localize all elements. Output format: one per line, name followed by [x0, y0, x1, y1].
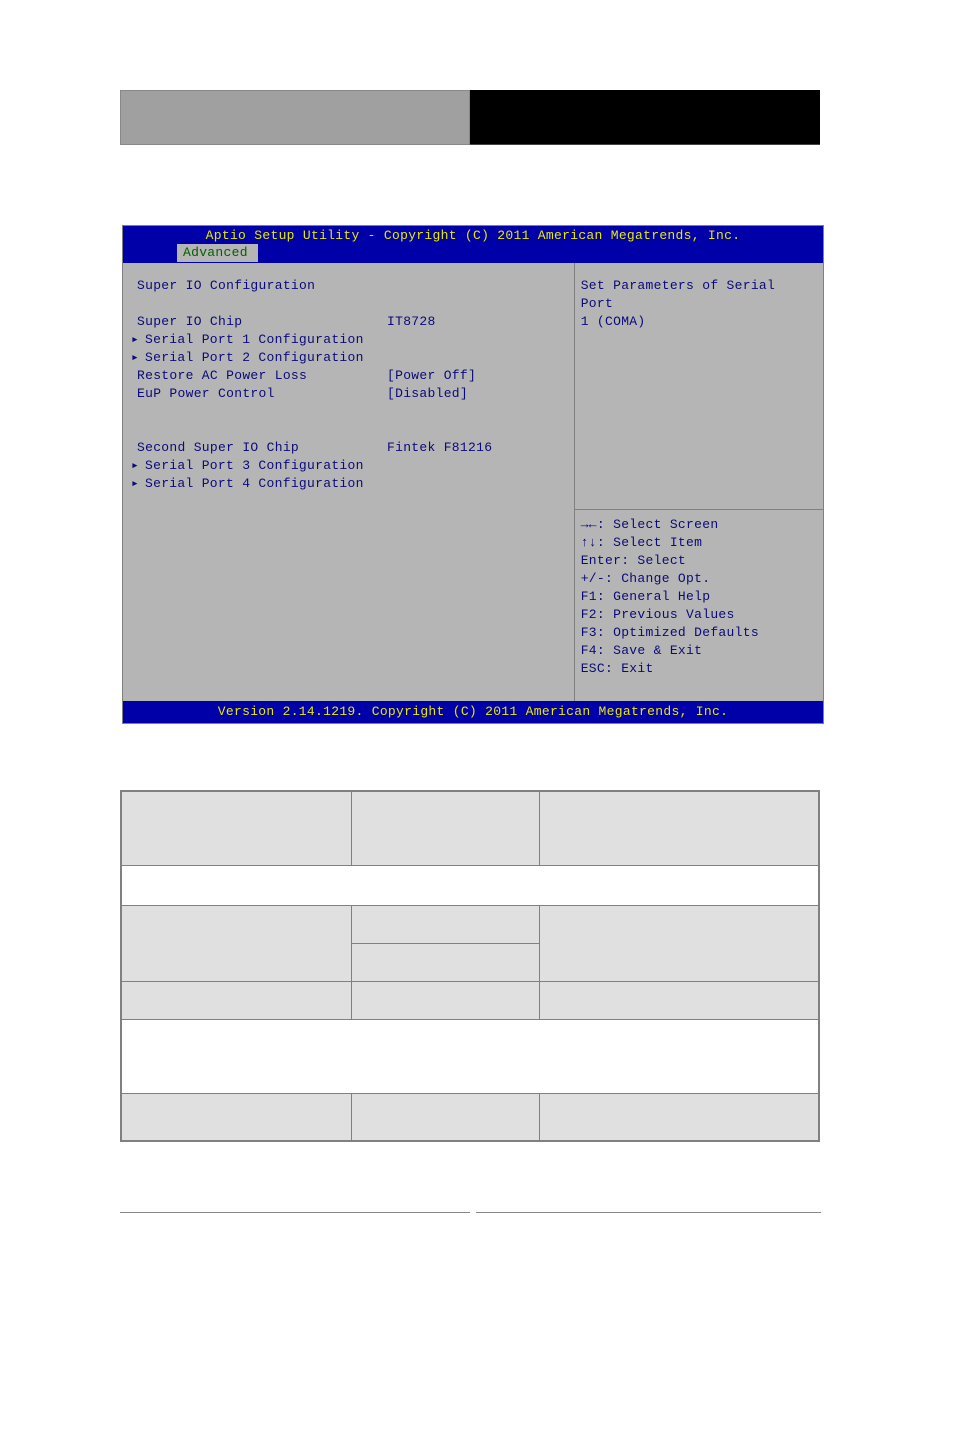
page-header-band: [120, 90, 820, 145]
chevron-right-icon: ▸: [131, 457, 145, 475]
eup-power-control-value[interactable]: [Disabled]: [387, 385, 468, 403]
help-divider: [575, 509, 823, 510]
chevron-right-icon: ▸: [131, 331, 145, 349]
super-io-chip-value: IT8728: [387, 313, 436, 331]
footer-divider-left: [120, 1212, 470, 1213]
bios-setup-window: Aptio Setup Utility - Copyright (C) 2011…: [122, 225, 824, 724]
keyhelp-line: F2: Previous Values: [581, 606, 815, 624]
bios-help-pane: Set Parameters of Serial Port 1 (COMA) →…: [575, 263, 823, 701]
restore-ac-power-loss-label: Restore AC Power Loss: [131, 367, 387, 385]
table-row: [121, 981, 819, 1019]
keyhelp-line: F4: Save & Exit: [581, 642, 815, 660]
footer-divider-right: [476, 1212, 821, 1213]
second-super-io-chip-label: Second Super IO Chip: [131, 439, 387, 457]
header-right-block: [470, 90, 820, 145]
second-super-io-chip-value: Fintek F81216: [387, 439, 492, 457]
keyhelp-line: ESC: Exit: [581, 660, 815, 678]
chevron-right-icon: ▸: [131, 349, 145, 367]
submenu-serial-port-2[interactable]: ▸Serial Port 2 Configuration: [131, 349, 566, 367]
submenu-serial-port-3[interactable]: ▸Serial Port 3 Configuration: [131, 457, 566, 475]
header-left-block: [120, 90, 470, 145]
bios-title-bar: Aptio Setup Utility - Copyright (C) 2011…: [123, 226, 823, 243]
bios-left-pane: Super IO Configuration Super IO Chip IT8…: [123, 263, 575, 701]
submenu-serial-port-1[interactable]: ▸Serial Port 1 Configuration: [131, 331, 566, 349]
submenu-serial-port-4[interactable]: ▸Serial Port 4 Configuration: [131, 475, 566, 493]
bios-footer-bar: Version 2.14.1219. Copyright (C) 2011 Am…: [123, 701, 823, 723]
keyhelp-line: Enter: Select: [581, 552, 815, 570]
options-table: [120, 790, 820, 1142]
table-header-row: [121, 791, 819, 865]
submenu-label: Serial Port 4 Configuration: [145, 475, 364, 493]
chevron-right-icon: ▸: [131, 475, 145, 493]
restore-ac-power-loss-value[interactable]: [Power Off]: [387, 367, 476, 385]
keyhelp-line: +/-: Change Opt.: [581, 570, 815, 588]
super-io-chip-label: Super IO Chip: [131, 313, 387, 331]
keyhelp-line: F1: General Help: [581, 588, 815, 606]
keyhelp-line: →←: Select Screen: [581, 516, 815, 534]
table-row: [121, 1093, 819, 1141]
submenu-label: Serial Port 3 Configuration: [145, 457, 364, 475]
eup-power-control-label: EuP Power Control: [131, 385, 387, 403]
table-row: [121, 1019, 819, 1093]
keyhelp-line: ↑↓: Select Item: [581, 534, 815, 552]
table-row: [121, 905, 819, 943]
bios-tab-bar: Advanced: [123, 243, 823, 263]
section-heading: Super IO Configuration: [131, 277, 387, 295]
submenu-label: Serial Port 2 Configuration: [145, 349, 364, 367]
tab-advanced[interactable]: Advanced: [177, 244, 258, 262]
help-text-line: 1 (COMA): [581, 313, 815, 331]
keyhelp-line: F3: Optimized Defaults: [581, 624, 815, 642]
submenu-label: Serial Port 1 Configuration: [145, 331, 364, 349]
help-text-line: Set Parameters of Serial Port: [581, 277, 815, 313]
table-row: [121, 865, 819, 905]
